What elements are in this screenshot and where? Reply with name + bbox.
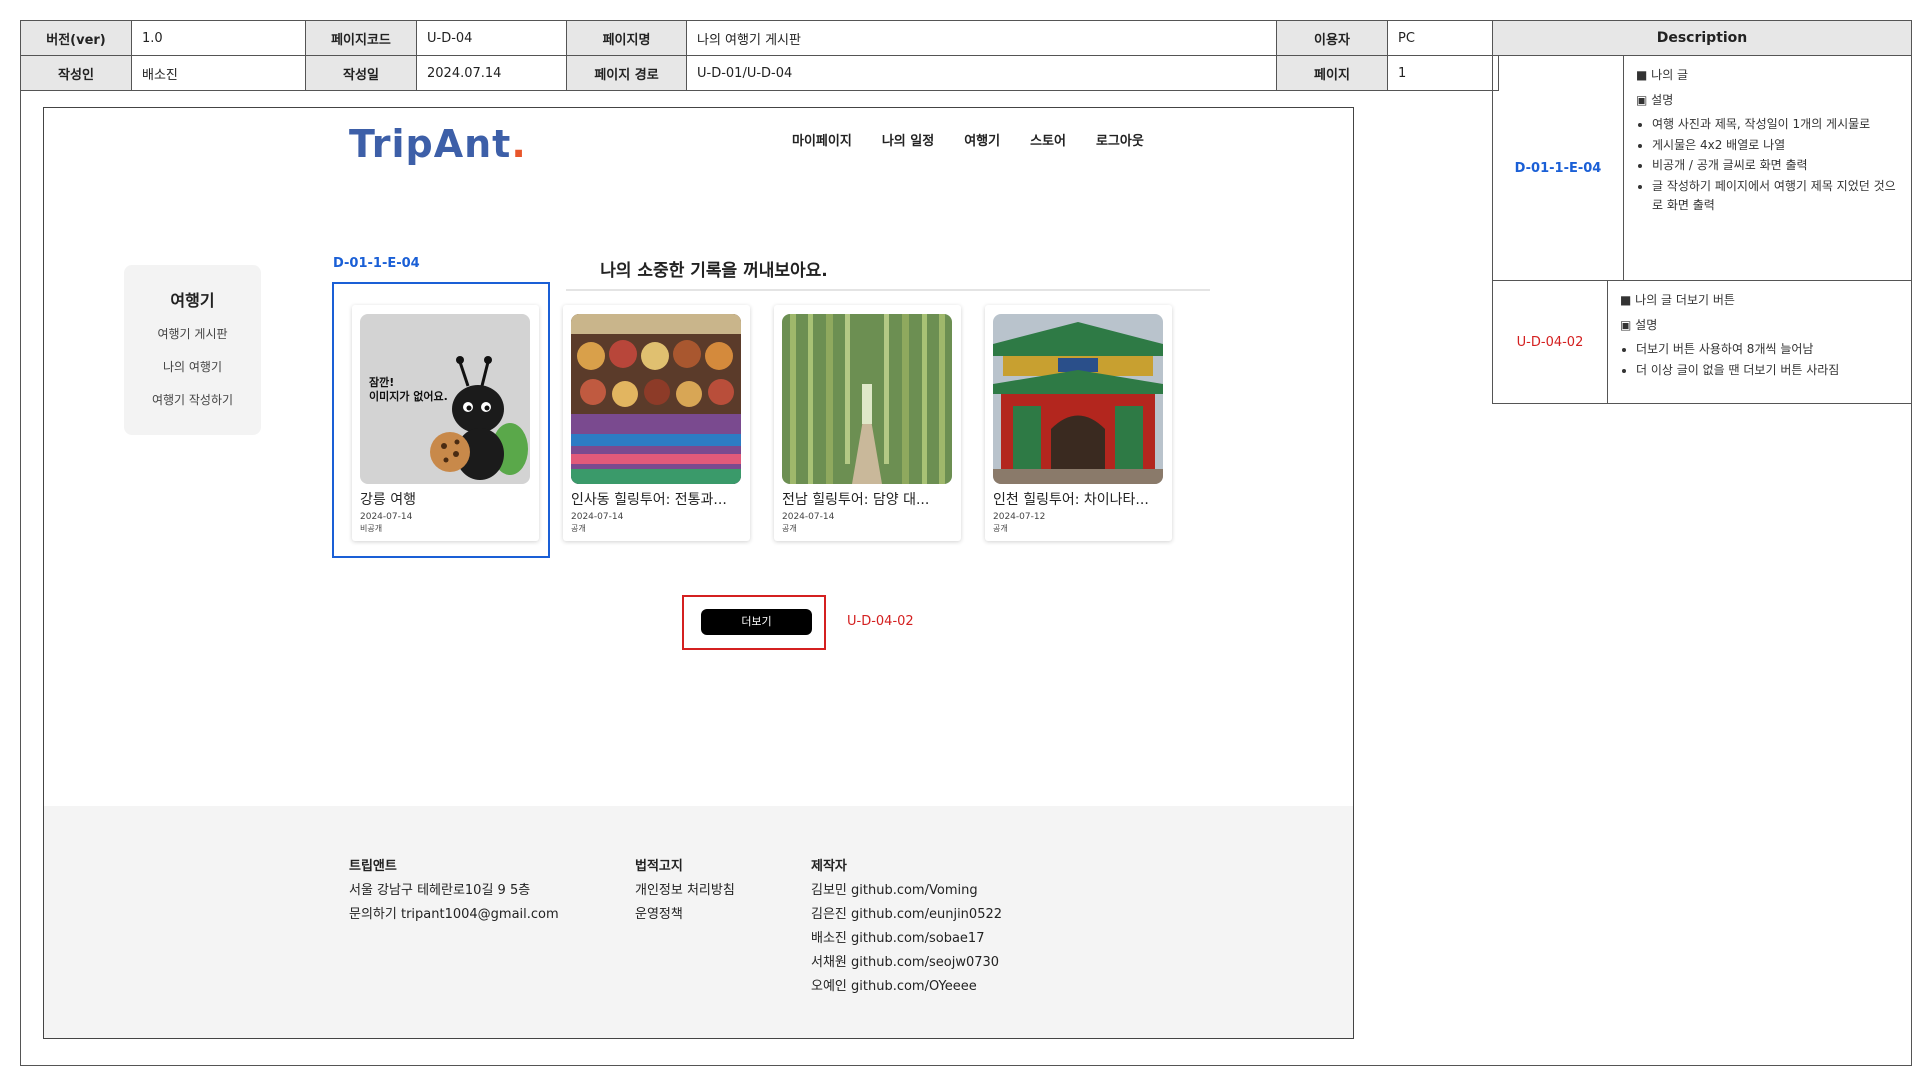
footer-maker[interactable]: 서채원 github.com/seojw0730 [811, 951, 1002, 975]
post-visibility: 공개 [782, 524, 797, 533]
footer-privacy-link[interactable]: 개인정보 처리방침 [635, 879, 735, 903]
author-value: 배소진 [131, 55, 306, 91]
post-image-placeholder: 잠깐! 이미지가 없어요. [360, 314, 530, 484]
description-body: ■ 나의 글 ▣ 설명 여행 사진과 제목, 작성일이 1개의 게시물로 게시물… [1624, 56, 1911, 280]
headline-divider [566, 289, 1210, 291]
post-title: 전남 힐링투어: 담양 대... [782, 492, 930, 508]
sidebar-item-write[interactable]: 여행기 작성하기 [124, 391, 261, 408]
footer-address: 서울 강남구 테헤란로10길 9 5층 [349, 883, 531, 898]
date-label: 작성일 [305, 55, 417, 91]
post-visibility: 비공개 [360, 524, 383, 533]
path-value: U-D-01/U-D-04 [686, 55, 1277, 91]
description-item: 글 작성하기 페이지에서 여행기 제목 지었던 것으로 화면 출력 [1652, 177, 1899, 214]
footer-company: 트립앤트 서울 강남구 테헤란로10길 9 5층 문의하기 tripant100… [349, 855, 559, 927]
description-item: 여행 사진과 제목, 작성일이 1개의 게시물로 [1652, 115, 1899, 134]
meta-table: 버전(ver) 1.0 페이지코드 U-D-04 페이지명 나의 여행기 게시판… [20, 20, 1499, 91]
pagename-label: 페이지명 [566, 20, 687, 56]
post-card[interactable]: 전남 힐링투어: 담양 대... 2024-07-14 공개 [774, 305, 961, 541]
footer-policy-link[interactable]: 운영정책 [635, 903, 735, 927]
footer-heading: 법적고지 [635, 859, 683, 874]
version-value: 1.0 [131, 20, 306, 56]
description-list: 더보기 버튼 사용하여 8개씩 늘어남 더 이상 글이 없을 땐 더보기 버튼 … [1620, 340, 1899, 379]
footer-maker[interactable]: 김은진 github.com/eunjin0522 [811, 903, 1002, 927]
post-card[interactable]: 잠깐! 이미지가 없어요. 강릉 여행 2024-07-14 비공개 [352, 305, 539, 541]
post-card[interactable]: 인사동 힐링투어: 전통과... 2024-07-14 공개 [563, 305, 750, 541]
description-row: D-01-1-E-04 ■ 나의 글 ▣ 설명 여행 사진과 제목, 작성일이 … [1492, 56, 1912, 281]
post-image [993, 314, 1163, 484]
pagecode-label: 페이지코드 [305, 20, 417, 56]
description-header: Description [1492, 20, 1912, 56]
post-title: 인천 힐링투어: 차이나타... [993, 492, 1149, 508]
description-row: U-D-04-02 ■ 나의 글 더보기 버튼 ▣ 설명 더보기 버튼 사용하여… [1492, 281, 1912, 404]
footer-maker[interactable]: 오예인 github.com/OYeeee [811, 975, 1002, 999]
nav-mypage[interactable]: 마이페이지 [792, 130, 852, 149]
description-list: 여행 사진과 제목, 작성일이 1개의 게시물로 게시물은 4x2 배열로 나열… [1636, 115, 1899, 214]
footer-maker[interactable]: 배소진 github.com/sobae17 [811, 927, 1002, 951]
post-image [571, 314, 741, 484]
post-visibility: 공개 [993, 524, 1008, 533]
description-title: ■ 나의 글 [1636, 68, 1689, 82]
post-title: 인사동 힐링투어: 전통과... [571, 492, 727, 508]
sidebar-title: 여행기 [170, 291, 215, 310]
post-date: 2024-07-14 [360, 512, 413, 522]
logo-text: TripAnt [349, 122, 512, 166]
description-subtitle: ▣ 설명 [1636, 92, 1674, 107]
annotation-cards-id: D-01-1-E-04 [333, 256, 420, 271]
chinatown-gate-photo-icon [993, 314, 1163, 484]
post-date: 2024-07-14 [571, 512, 624, 522]
user-label: 이용자 [1276, 20, 1388, 56]
annotation-more-id: U-D-04-02 [847, 614, 914, 629]
description-id: U-D-04-02 [1493, 281, 1608, 403]
user-value: PC [1387, 20, 1499, 56]
ant-mascot-icon [430, 356, 528, 480]
bamboo-forest-photo-icon [782, 314, 952, 484]
pagecode-value: U-D-04 [416, 20, 567, 56]
description-item: 더 이상 글이 없을 땐 더보기 버튼 사라짐 [1636, 361, 1899, 380]
description-body: ■ 나의 글 더보기 버튼 ▣ 설명 더보기 버튼 사용하여 8개씩 늘어남 더… [1608, 281, 1911, 403]
sidebar-item-my-travelogue[interactable]: 나의 여행기 [124, 358, 261, 375]
author-label: 작성인 [20, 55, 132, 91]
description-item: 비공개 / 공개 글씨로 화면 출력 [1652, 156, 1899, 175]
nav-travelogue[interactable]: 여행기 [964, 130, 1000, 149]
date-value: 2024.07.14 [416, 55, 567, 91]
path-label: 페이지 경로 [566, 55, 687, 91]
post-date: 2024-07-12 [993, 512, 1046, 522]
footer-heading: 트립앤트 [349, 859, 397, 874]
more-button[interactable]: 더보기 [701, 609, 812, 635]
top-nav: 마이페이지 나의 일정 여행기 스토어 로그아웃 [792, 130, 1144, 149]
nav-my-schedule[interactable]: 나의 일정 [882, 130, 934, 149]
footer-legal: 법적고지 개인정보 처리방침 운영정책 [635, 855, 735, 927]
nav-logout[interactable]: 로그아웃 [1096, 130, 1144, 149]
tripant-logo[interactable]: TripAnt. [349, 122, 527, 166]
post-image [782, 314, 952, 484]
market-photo-icon [571, 314, 741, 484]
page-label: 페이지 [1276, 55, 1388, 91]
sidebar: 여행기 여행기 게시판 나의 여행기 여행기 작성하기 [124, 265, 261, 435]
post-visibility: 공개 [571, 524, 586, 533]
logo-dot: . [511, 122, 527, 166]
post-card[interactable]: 인천 힐링투어: 차이나타... 2024-07-12 공개 [985, 305, 1172, 541]
nav-store[interactable]: 스토어 [1030, 130, 1066, 149]
footer-heading: 제작자 [811, 859, 847, 874]
version-label: 버전(ver) [20, 20, 132, 56]
footer: 트립앤트 서울 강남구 테헤란로10길 9 5층 문의하기 tripant100… [44, 806, 1353, 1038]
post-date: 2024-07-14 [782, 512, 835, 522]
pagename-value: 나의 여행기 게시판 [686, 20, 1277, 56]
post-title: 강릉 여행 [360, 492, 416, 508]
footer-contact[interactable]: 문의하기 tripant1004@gmail.com [349, 903, 559, 927]
page-value: 1 [1387, 55, 1499, 91]
footer-makers: 제작자 김보민 github.com/Voming 김은진 github.com… [811, 855, 1002, 999]
sidebar-item-board[interactable]: 여행기 게시판 [124, 325, 261, 342]
page-headline: 나의 소중한 기록을 꺼내보아요. [600, 261, 828, 281]
description-item: 게시물은 4x2 배열로 나열 [1652, 136, 1899, 155]
description-title: ■ 나의 글 더보기 버튼 [1620, 293, 1735, 307]
description-item: 더보기 버튼 사용하여 8개씩 늘어남 [1636, 340, 1899, 359]
footer-maker[interactable]: 김보민 github.com/Voming [811, 879, 1002, 903]
description-subtitle: ▣ 설명 [1620, 317, 1658, 332]
page-mockup: TripAnt. 마이페이지 나의 일정 여행기 스토어 로그아웃 여행기 여행… [43, 107, 1354, 1039]
description-id: D-01-1-E-04 [1493, 56, 1624, 280]
